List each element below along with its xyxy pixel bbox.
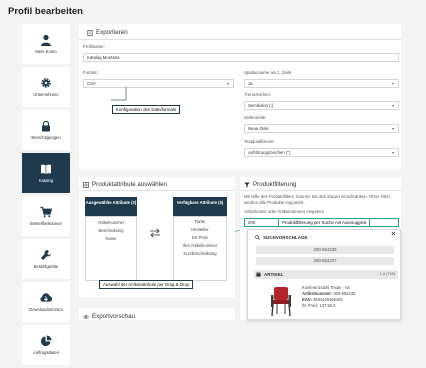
attributes-card: Produktattribute auswählen Ausgewählte A… [79,177,235,297]
sidebar-item-label: Katalog [38,177,54,183]
autosuggest-dropdown: SUCHVORSCHLÄGE 200-654236 200-654237 ART… [247,229,401,320]
cart-icon [40,206,52,217]
article-number-label: Artikelnummer: [302,290,333,296]
columns-label: Spaltenname als 1. Zeile: [244,70,293,75]
list-item[interactable]: Artikelnummer [86,219,136,227]
page-title: Profil bearbeiten [8,6,83,17]
sidebar-item-label: Berechtigungen [31,134,61,140]
eye-icon [83,314,89,319]
sidebar-item-bestellgeraete[interactable]: Bestellgeräte [22,239,70,279]
filter-heading: Produktfilterung [244,181,296,188]
sidebar-item-label: Unternehmen [33,91,59,97]
sidebar: Mein Konto Unternehmen Berechtigungen Ka… [22,24,70,368]
sidebar-item-label: Downloadzentrum [29,306,63,312]
sidebar-item-label: Bestellfunktionen [30,220,62,226]
box-icon [256,271,261,277]
sidebar-item-label: Bestellgeräte [33,263,59,269]
profile-name-input[interactable]: Katalog Montana [83,53,399,62]
available-attributes-header: Verfügbare Attribute (5) [173,197,227,216]
separator-label: Trennzeichen: [244,92,272,97]
wrench-icon [41,249,51,260]
line-end-select[interactable]: Neue Zeile [244,124,399,133]
export-preview-card: Exportvorschau [79,308,235,320]
separator-select[interactable]: Semikolon (;) [244,101,399,110]
available-attributes-list[interactable]: Farbe Hersteller EK Preis Ihre Artikelnu… [173,216,227,281]
swap-arrows-icon [150,228,160,238]
export-heading: Exportieren [87,29,128,36]
attributes-callout: Auswahl der Artikelattribute per Drag & … [99,280,194,289]
download-icon [40,293,52,302]
filter-description: Mit Hilfe des Produktfilters, können Sie… [244,194,391,205]
list-item[interactable]: Hersteller [174,226,226,234]
articles-header-bar: ARTIKEL 1-9 (749) [254,270,398,279]
book-icon [41,164,51,174]
divider [240,190,401,191]
filter-input-label: Artikelname oder Artikelnummer eingeben [244,209,325,214]
sidebar-item-downloadzentrum[interactable]: Downloadzentrum [22,282,70,322]
export-preview-heading: Exportvorschau [83,313,135,320]
sidebar-item-mein-konto[interactable]: Mein Konto [22,24,70,64]
user-icon [41,34,51,46]
list-item[interactable]: Beschreibung [86,227,136,235]
divider [79,190,235,191]
export-card: Exportieren Profilname: Katalog Montana … [79,24,401,170]
article-ean-label: EAN: [302,296,313,302]
sidebar-item-auftragsdaten[interactable]: Auftragsdaten [22,325,70,365]
list-item[interactable]: EK Preis [174,234,226,242]
close-icon[interactable] [391,231,396,236]
attributes-heading: Produktattribute auswählen [83,181,167,188]
sidebar-item-berechtigungen[interactable]: Berechtigungen [22,110,70,150]
sidebar-item-label: Auftragsdaten [32,349,60,355]
profile-label: Profilname: [83,44,105,49]
format-select[interactable]: CSV [83,79,234,88]
article-number: 200-654240 [333,290,356,296]
pie-chart-icon [40,335,52,346]
sidebar-item-katalog[interactable]: Katalog [22,153,70,193]
document-icon [87,29,93,36]
article-result[interactable]: Konferenzstuhl Texas - rot Artikelnummer… [254,281,398,321]
qualifier-label: Textqualifizierer: [244,139,276,144]
filter-callout: Produktfilterung per Suche mit Autosugge… [278,218,371,227]
suggestion-item[interactable]: 200-654237 [256,257,394,265]
article-details: Konferenzstuhl Texas - rot Artikelnummer… [302,285,355,309]
selected-attributes-header: Ausgewählte Attribute (3) [85,197,137,216]
search-icon [255,235,260,240]
filter-icon [244,182,250,188]
list-item[interactable]: Kurzbeschreibung [174,250,226,258]
articles-header: ARTIKEL [256,272,284,277]
format-label: Format: [83,70,98,75]
list-item[interactable]: Farbe [174,218,226,226]
article-price: Ihr Preis: 137.50 € [302,302,336,308]
selected-attributes-list[interactable]: Artikelnummer Beschreibung Name [85,216,137,281]
sidebar-item-label: Mein Konto [35,48,57,54]
article-ean: 3654425465482 [313,296,343,302]
suggestion-item[interactable]: 200-654236 [256,246,394,254]
suggestions-header: SUCHVORSCHLÄGE [255,235,308,240]
divider [79,39,401,40]
qualifier-select[interactable]: Anführungszeichen (") [244,148,399,157]
format-callout: Konfiguration des Dateiformats [112,105,181,114]
line-end-label: Zeilenende: [244,115,267,120]
sidebar-item-unternehmen[interactable]: Unternehmen [22,67,70,107]
grid-icon [83,181,89,188]
list-item[interactable]: Name [86,235,136,243]
gear-icon [41,77,51,88]
list-item[interactable]: Ihre Artikelnummer [174,242,226,250]
lock-icon [42,120,50,132]
sidebar-item-bestellfunktionen[interactable]: Bestellfunktionen [22,196,70,236]
articles-count: 1-9 (749) [379,272,395,276]
columns-select[interactable]: Ja [244,79,399,88]
chair-image [271,287,291,317]
